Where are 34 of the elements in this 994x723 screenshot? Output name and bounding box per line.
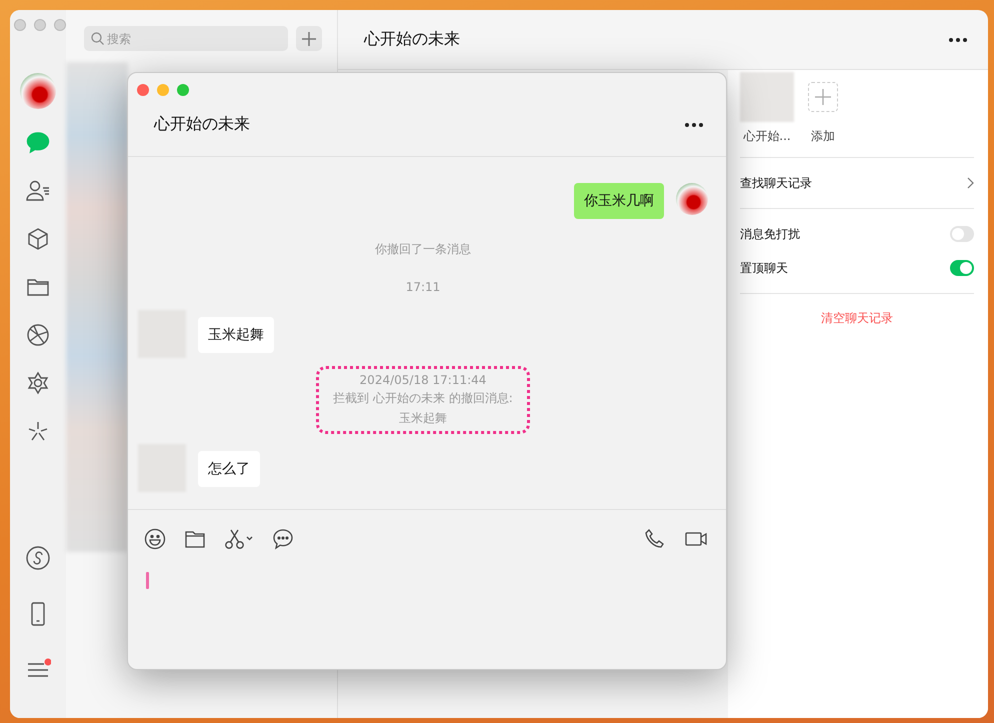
phone-call-icon[interactable] [644, 528, 666, 550]
message-bubble: 怎么了 [198, 451, 260, 487]
timestamp: 17:11 [406, 279, 440, 296]
member-name: 添加 [811, 128, 835, 145]
chat-bubble-icon[interactable] [272, 528, 294, 550]
profile-avatar[interactable] [20, 73, 56, 109]
intercepted-line: 2024/05/18 17:11:44 [360, 373, 486, 387]
message-bubble: 你玉米几啊 [574, 183, 664, 219]
toggle-switch[interactable] [950, 260, 974, 276]
text-cursor [146, 572, 149, 589]
search-field[interactable]: 搜索 [84, 26, 288, 51]
message-bubble: 玉米起舞 [198, 317, 274, 353]
search-history-row[interactable]: 查找聊天记录 [740, 158, 974, 209]
row-label: 置顶聊天 [740, 260, 788, 276]
intercepted-line: 拦截到 心开始の未来 的撤回消息: [333, 390, 513, 407]
chevron-right-icon [967, 177, 974, 189]
emoji-icon[interactable] [144, 528, 166, 550]
toggle-switch[interactable] [950, 226, 974, 242]
plus-icon [814, 88, 832, 106]
close-button[interactable] [137, 84, 149, 96]
scissors-icon[interactable] [224, 528, 254, 550]
search-icon [91, 32, 104, 45]
system-message: 你撤回了一条消息 [375, 241, 471, 258]
row-label: 查找聊天记录 [740, 174, 812, 192]
row-label: 消息免打扰 [740, 226, 800, 242]
intercepted-line: 玉米起舞 [398, 410, 447, 427]
more-icon [684, 122, 704, 128]
chat-title: 心开始の未来 [154, 114, 250, 135]
more-icon [948, 36, 968, 42]
plus-icon [301, 30, 317, 46]
user-avatar [676, 183, 708, 215]
add-button[interactable] [296, 26, 322, 51]
chat-title: 心开始の未来 [364, 29, 460, 50]
member-name: 心开始... [743, 128, 791, 145]
